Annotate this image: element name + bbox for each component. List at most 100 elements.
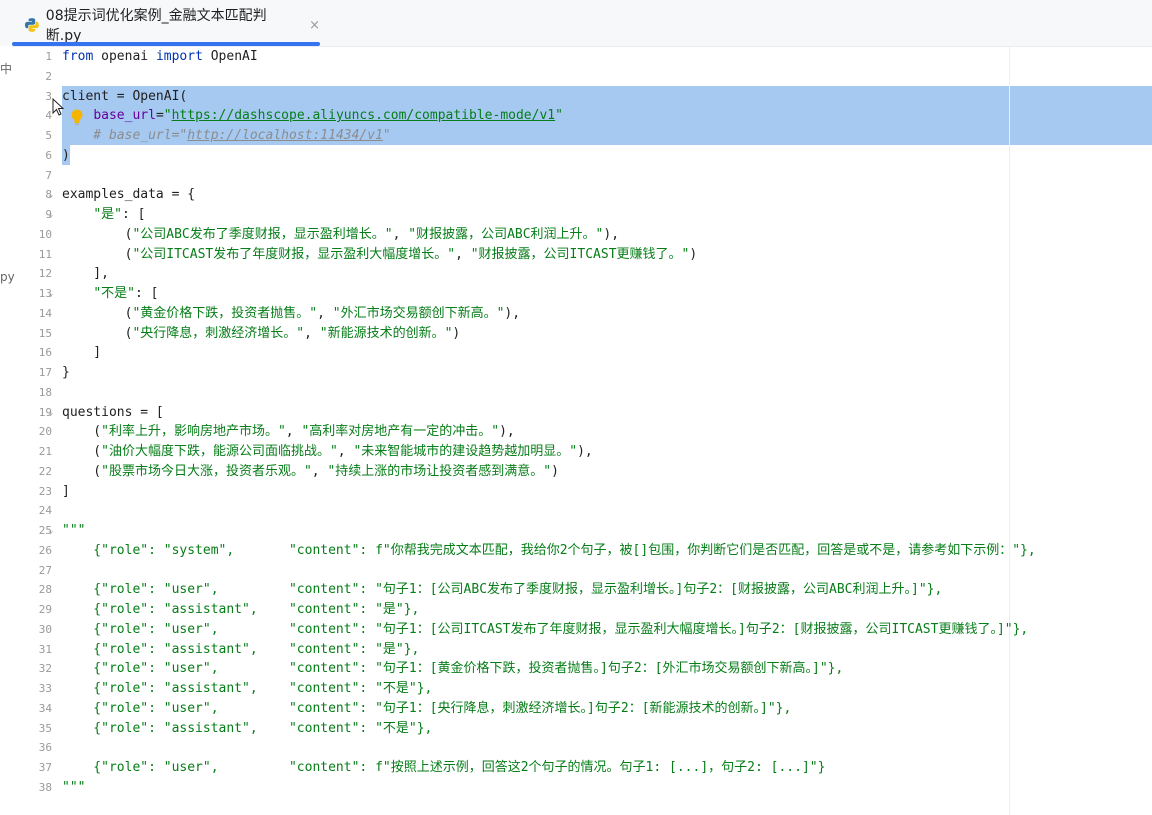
code-token: " <box>382 128 391 143</box>
code-token: "财报披露，公司ITCAST更赚钱了。" <box>470 246 690 262</box>
code-line[interactable]: {"role": "system", "content": f"你帮我完成文本匹… <box>62 541 1036 561</box>
code-line[interactable]: client = OpenAI( <box>62 87 187 107</box>
code-line[interactable]: from openai import OpenAI <box>62 47 258 67</box>
code-line[interactable]: ] <box>62 482 70 502</box>
code-token: {"role": "assistant", "content": "是"}, <box>62 641 420 657</box>
fold-arrow-icon[interactable]: ⌄ <box>48 403 53 423</box>
code-token: ], <box>62 266 109 282</box>
code-token: , <box>337 444 354 459</box>
line-number: 28 <box>38 583 52 597</box>
code-line[interactable]: {"role": "assistant", "content": "是"}, <box>62 640 419 660</box>
line-number: 5 <box>45 129 52 142</box>
code-token: {"role": "assistant", "content": "是"}, <box>62 602 420 617</box>
code-token: {"role": "assistant", "content": "不是"}, <box>62 681 433 696</box>
code-token: # base_url=" <box>62 128 188 143</box>
fold-arrow-icon[interactable]: ⌄ <box>48 185 53 205</box>
code-token: """ <box>62 523 86 538</box>
code-line[interactable]: "不是": [ <box>62 284 158 304</box>
code-line[interactable]: ] <box>62 343 101 363</box>
fold-arrow-icon[interactable]: ⌄ <box>48 521 53 541</box>
code-token: from <box>62 49 94 64</box>
code-token: ( <box>62 424 102 440</box>
line-number: 7 <box>45 168 52 182</box>
code-line[interactable]: questions = [ <box>62 403 164 423</box>
code-line[interactable]: {"role": "assistant", "content": "不是"}, <box>62 719 432 739</box>
line-number: 1 <box>45 50 52 63</box>
code-token: ), <box>499 424 515 440</box>
line-number: 12 <box>38 267 52 281</box>
code-token: ), <box>603 226 620 242</box>
code-token: OpenAI <box>202 49 258 64</box>
code-token: } <box>62 365 70 380</box>
line-number: 34 <box>38 701 52 715</box>
code-token: , <box>392 226 409 242</box>
code-line[interactable]: {"role": "assistant", "content": "不是"}, <box>62 679 432 699</box>
line-number: 32 <box>38 662 52 676</box>
code-token: {"role": "user", "content": "句子1：[公司ABC发… <box>62 582 943 598</box>
code-line[interactable]: {"role": "assistant", "content": "是"}, <box>62 600 419 620</box>
code-line[interactable]: {"role": "user", "content": "句子1：[央行降息，刺… <box>62 699 791 719</box>
code-line[interactable]: ("公司ABC发布了季度财报，显示盈利增长。", "财报披露，公司ABC利润上升… <box>62 225 619 245</box>
line-number: 36 <box>38 741 52 755</box>
code-token: base_url <box>93 108 156 124</box>
line-number: 3 <box>45 89 52 103</box>
code-token: "公司ITCAST发布了年度财报，显示盈利大幅度增长。" <box>132 246 456 262</box>
line-number: 29 <box>38 603 52 616</box>
code-line[interactable]: # base_url="http://localhost:11434/v1" <box>62 126 391 146</box>
code-token: "外汇市场交易额创下新高。" <box>332 305 505 321</box>
close-icon[interactable]: × <box>309 18 320 33</box>
code-line[interactable]: """ <box>62 778 85 798</box>
code-token: "是" <box>93 207 122 222</box>
code-token: ), <box>577 444 593 459</box>
code-token: "央行降息，刺激经济增长。" <box>132 325 305 341</box>
code-line[interactable]: ("央行降息，刺激经济增长。", "新能源技术的创新。") <box>62 324 461 344</box>
code-line[interactable]: base_url="https://dashscope.aliyuncs.com… <box>62 106 563 126</box>
code-line[interactable]: {"role": "user", "content": f"按照上述示例，回答这… <box>62 758 825 778</box>
panel-fragment: 中 <box>0 62 13 76</box>
line-number: 2 <box>45 69 52 83</box>
line-number: 13 <box>38 287 52 300</box>
code-line[interactable]: """ <box>62 521 85 541</box>
code-line[interactable]: ("股票市场今日大涨，投资者乐观。", "持续上涨的市场让投资者感到满意。") <box>62 462 559 482</box>
line-number: 18 <box>38 385 52 399</box>
code-token: : [ <box>121 207 146 222</box>
code-line[interactable]: ("利率上升，影响房地产市场。", "高利率对房地产有一定的冲击。"), <box>62 422 515 442</box>
code-token: ( <box>62 463 102 479</box>
code-token: ( <box>62 305 133 321</box>
editor-tab-bar: 08提示词优化案例_金融文本匹配判断.py × <box>0 0 1152 47</box>
line-number: 26 <box>38 543 52 557</box>
code-line[interactable]: "是": [ <box>62 205 145 225</box>
code-line[interactable]: } <box>62 363 70 383</box>
tab-title: 08提示词优化案例_金融文本匹配判断.py <box>45 8 267 44</box>
code-line[interactable]: {"role": "user", "content": "句子1：[黄金价格下跌… <box>62 659 843 679</box>
line-number: 10 <box>38 227 52 241</box>
code-token: {"role": "user", "content": "句子1：[黄金价格下跌… <box>62 661 844 677</box>
code-line[interactable]: ) <box>62 146 70 166</box>
fold-arrow-icon[interactable]: ⌄ <box>48 205 53 225</box>
code-line[interactable]: ], <box>62 264 109 284</box>
code-token: ( <box>62 444 102 459</box>
fold-arrow-icon[interactable]: ⌄ <box>48 284 53 304</box>
code-editor[interactable]: 1 from openai import OpenAI 2 3 client = Ope… <box>12 46 1152 815</box>
line-number: 33 <box>38 682 52 695</box>
code-token: = <box>155 108 164 124</box>
code-token: {"role": "assistant", "content": "不是"}, <box>62 720 433 736</box>
code-token: ), <box>504 305 521 321</box>
project-panel-edge: 中 py <box>0 46 15 815</box>
code-token: ] <box>62 483 70 499</box>
code-token: "新能源技术的创新。" <box>319 325 453 341</box>
code-line[interactable]: {"role": "user", "content": "句子1：[公司ITCA… <box>62 620 1028 640</box>
file-tab[interactable]: 08提示词优化案例_金融文本匹配判断.py × <box>10 6 320 44</box>
line-number: 24 <box>38 504 52 518</box>
code-line[interactable]: ("公司ITCAST发布了年度财报，显示盈利大幅度增长。", "财报披露，公司I… <box>62 245 698 265</box>
code-token: {"role": "user", "content": "句子1：[公司ITCA… <box>62 621 1029 637</box>
line-number: 8 <box>45 188 52 202</box>
code-line[interactable]: examples_data = { <box>62 185 195 205</box>
code-token: , <box>317 305 333 321</box>
code-line[interactable]: {"role": "user", "content": "句子1：[公司ABC发… <box>62 580 942 600</box>
code-token: {"role": "system", "content": f"你帮我完成文本匹… <box>62 542 1036 558</box>
code-line[interactable]: ("黄金价格下跌，投资者抛售。", "外汇市场交易额创下新高。"), <box>62 304 520 324</box>
code-line[interactable]: ("油价大幅度下跌，能源公司面临挑战。", "未来智能城市的建设趋势越加明显。"… <box>62 442 593 462</box>
code-token: ) <box>62 147 70 163</box>
